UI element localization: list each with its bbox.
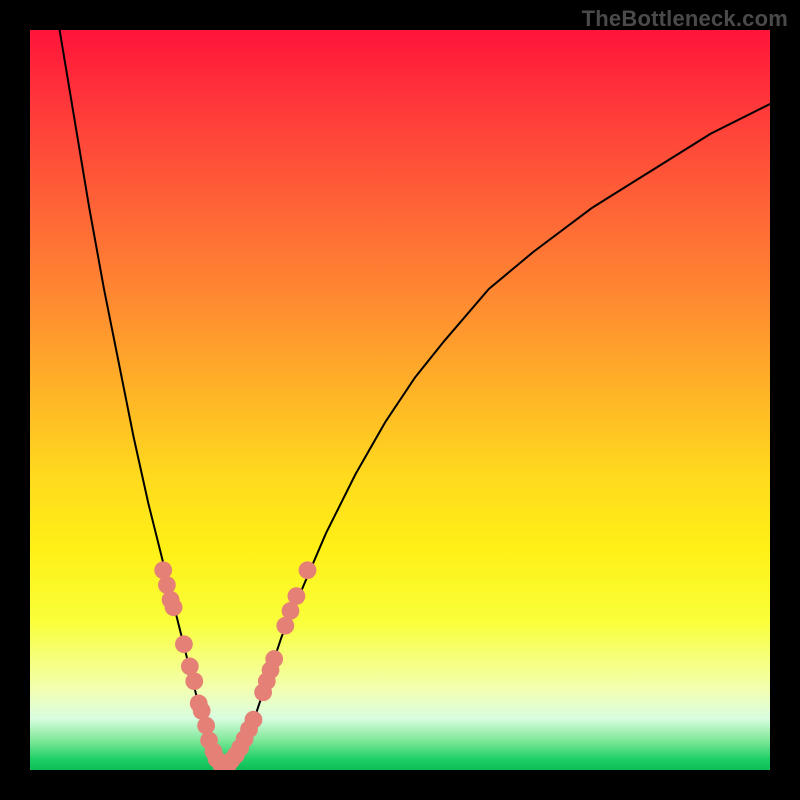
scatter-dot — [265, 650, 283, 668]
watermark-text: TheBottleneck.com — [582, 6, 788, 32]
scatter-dot — [175, 635, 193, 653]
scatter-dot — [185, 672, 203, 690]
chart-plot-area — [30, 30, 770, 770]
scatter-dot — [197, 717, 215, 735]
scatter-dot — [154, 561, 172, 579]
scatter-dot — [165, 598, 183, 616]
scatter-dot — [158, 576, 176, 594]
chart-frame: TheBottleneck.com — [0, 0, 800, 800]
scatter-dot — [299, 561, 317, 579]
curve-line — [60, 30, 770, 770]
chart-svg — [30, 30, 770, 770]
scatter-dot — [288, 587, 306, 605]
scatter-dot — [245, 711, 263, 729]
